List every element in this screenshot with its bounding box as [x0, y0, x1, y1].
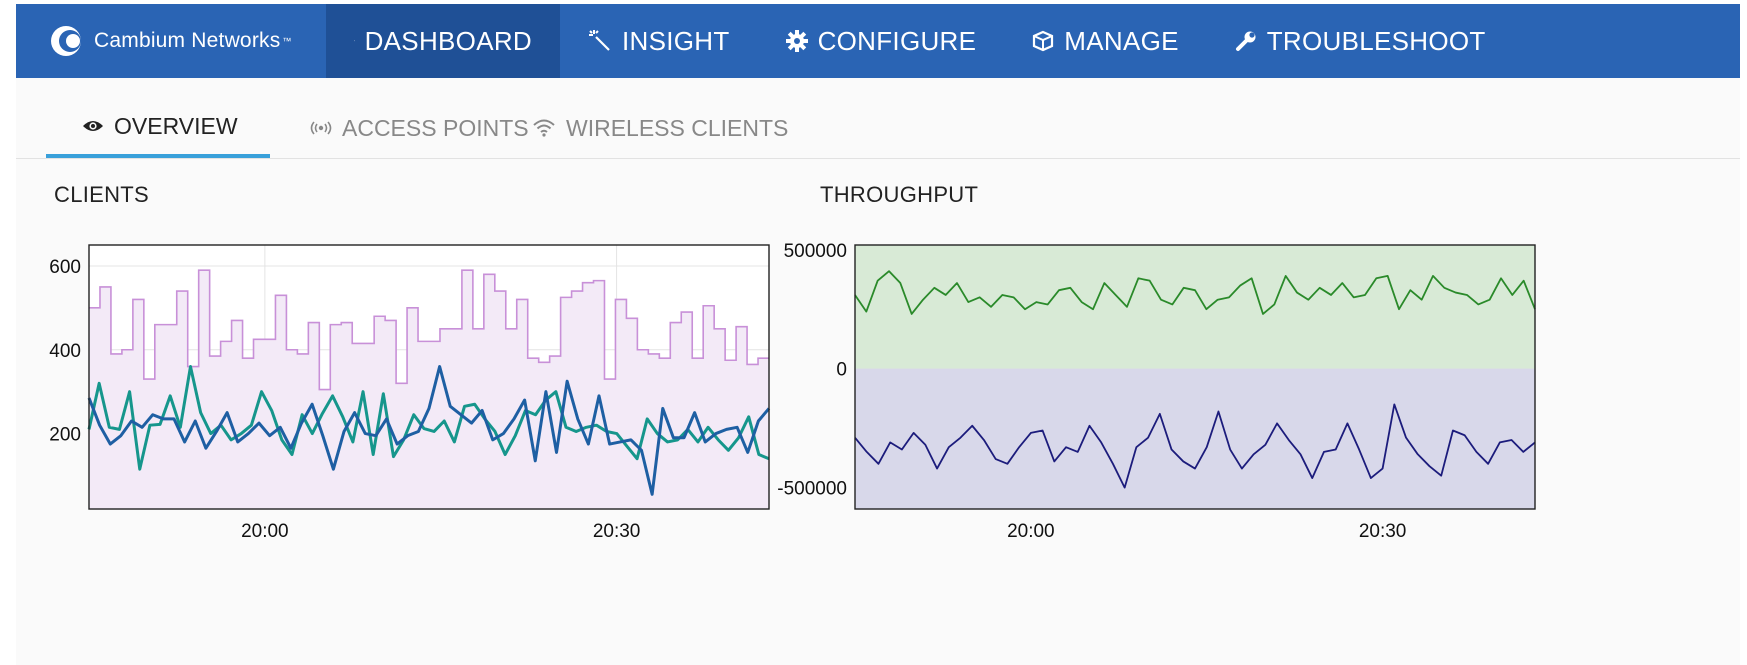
- cambium-logo-icon: [51, 26, 81, 56]
- y-tick-label: -500000: [777, 479, 847, 500]
- wifi-icon: [533, 119, 555, 137]
- nav-troubleshoot[interactable]: TROUBLESHOOT: [1207, 4, 1514, 78]
- nav-configure[interactable]: CONFIGURE: [758, 4, 1005, 78]
- x-tick-label: 20:30: [593, 521, 641, 542]
- brand-trademark: ™: [282, 36, 292, 46]
- nav-manage[interactable]: MANAGE: [1004, 4, 1206, 78]
- wrench-icon: [1235, 31, 1256, 51]
- clients-chart-title: CLIENTS: [54, 182, 150, 207]
- throughput-chart-title: THROUGHPUT: [820, 182, 979, 207]
- nav-dashboard-label: DASHBOARD: [364, 25, 532, 56]
- cube-icon: [1033, 30, 1054, 52]
- tx-band: [855, 245, 1535, 369]
- throughput-chart: 20:00 20:30 -500000 0 500000: [777, 241, 1536, 542]
- tab-wireless-clients-label: WIRELESS CLIENTS: [566, 114, 789, 141]
- y-tick-label: 0: [836, 360, 847, 381]
- nav-insight[interactable]: INSIGHT: [560, 4, 758, 78]
- monitor-icon: [354, 40, 355, 42]
- app-frame: Cambium Networks ™ DASHBOARD INSIGHT CON…: [16, 4, 1740, 665]
- y-tick-label: 400: [49, 341, 81, 362]
- x-tick-label: 20:30: [1359, 521, 1407, 542]
- tab-overview[interactable]: OVERVIEW: [46, 98, 270, 158]
- nav-manage-label: MANAGE: [1064, 25, 1179, 56]
- tab-access-points[interactable]: ACCESS POINTS: [310, 98, 529, 158]
- top-nav-bar: Cambium Networks ™ DASHBOARD INSIGHT CON…: [16, 4, 1740, 78]
- y-tick-label: 200: [49, 425, 81, 446]
- tab-access-points-label: ACCESS POINTS: [342, 114, 529, 141]
- broadcast-icon: [310, 121, 332, 135]
- nav-insight-label: INSIGHT: [622, 25, 730, 56]
- tab-wireless-clients[interactable]: WIRELESS CLIENTS: [532, 98, 788, 158]
- brand-logo[interactable]: Cambium Networks ™: [16, 4, 326, 78]
- rx-band: [855, 368, 1535, 509]
- tab-overview-label: OVERVIEW: [114, 112, 238, 139]
- eye-icon: [83, 121, 103, 131]
- series-layer: [854, 245, 1536, 509]
- x-tick-label: 20:00: [1007, 521, 1055, 542]
- y-tick-label: 600: [49, 257, 81, 278]
- nav-dashboard[interactable]: DASHBOARD: [326, 4, 560, 78]
- nav-configure-label: CONFIGURE: [817, 25, 977, 56]
- y-tick-label: 500000: [784, 241, 847, 262]
- magic-wand-icon: [589, 30, 610, 51]
- sub-tab-bar: OVERVIEW ACCESS POINTS WIRELESS CLIENTS: [16, 78, 1740, 159]
- gear-icon: [785, 30, 808, 52]
- clients-chart: 20:00 20:30 200 400 600: [49, 244, 771, 542]
- nav-troubleshoot-label: TROUBLESHOOT: [1266, 25, 1486, 56]
- brand-name: Cambium Networks: [94, 29, 281, 52]
- x-tick-label: 20:00: [241, 521, 289, 542]
